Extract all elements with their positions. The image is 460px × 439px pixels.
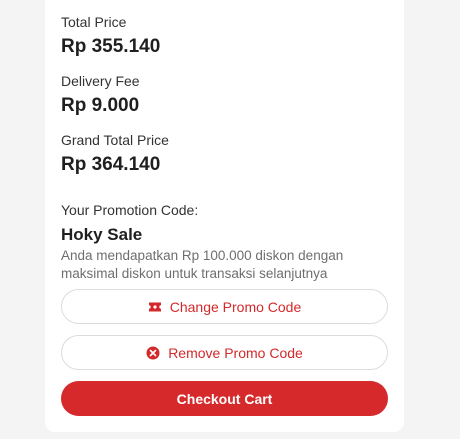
promo-description: Anda mendapatkan Rp 100.000 diskon denga… bbox=[61, 248, 344, 281]
order-summary-card: Total Price Rp 355.140 Delivery Fee Rp 9… bbox=[45, 0, 404, 432]
grand-total-value: Rp 364.140 bbox=[61, 154, 161, 175]
grand-total-section: Grand Total Price Rp 364.140 bbox=[61, 132, 169, 176]
remove-promo-label: Remove Promo Code bbox=[168, 344, 303, 361]
grand-total-label: Grand Total Price bbox=[61, 132, 169, 148]
delivery-fee-section: Delivery Fee Rp 9.000 bbox=[61, 73, 140, 117]
promo-name: Hoky Sale bbox=[61, 225, 143, 244]
delivery-fee-label: Delivery Fee bbox=[61, 73, 140, 89]
delivery-fee-value: Rp 9.000 bbox=[61, 95, 140, 116]
promo-section-label: Your Promotion Code: bbox=[61, 202, 199, 218]
total-price-value: Rp 355.140 bbox=[61, 36, 161, 57]
checkout-cart-label: Checkout Cart bbox=[176, 390, 273, 407]
remove-promo-button[interactable]: Remove Promo Code bbox=[61, 335, 388, 370]
ticket-icon bbox=[148, 300, 162, 314]
total-price-section: Total Price Rp 355.140 bbox=[61, 14, 160, 58]
remove-circle-icon bbox=[146, 346, 160, 360]
promo-section: Your Promotion Code: Hoky Sale Anda mend… bbox=[61, 202, 376, 283]
change-promo-label: Change Promo Code bbox=[169, 298, 302, 315]
checkout-cart-button[interactable]: Checkout Cart bbox=[61, 381, 388, 416]
total-price-label: Total Price bbox=[61, 14, 127, 30]
change-promo-button[interactable]: Change Promo Code bbox=[61, 289, 388, 324]
